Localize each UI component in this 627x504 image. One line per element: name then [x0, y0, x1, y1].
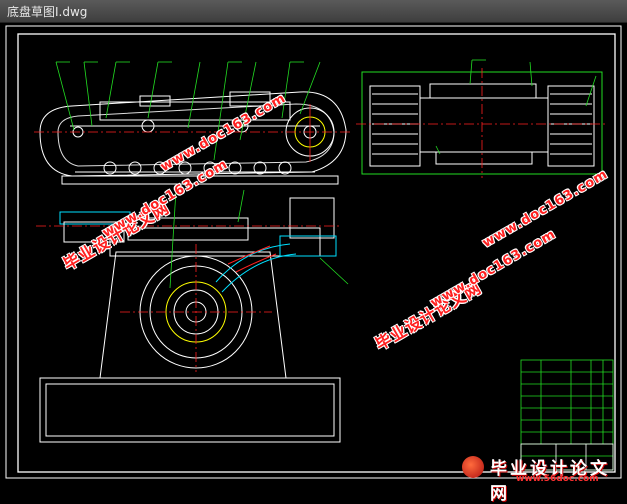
logo-icon	[462, 456, 484, 478]
window-titlebar: 底盘草图I.dwg	[0, 0, 627, 23]
window-title: 底盘草图I.dwg	[7, 5, 88, 19]
section-view	[39, 197, 341, 443]
site-logo: 毕业设计论文网 www.56doc.com	[462, 454, 624, 504]
logo-url: www.56doc.com	[516, 474, 599, 484]
side-view	[39, 91, 347, 185]
drawing-canvas[interactable]: 毕业设计论文网 www.doc163.com www.doc163.com 毕业…	[0, 22, 627, 504]
leader-lines-top	[435, 59, 597, 155]
leader-lines-section	[169, 189, 349, 289]
